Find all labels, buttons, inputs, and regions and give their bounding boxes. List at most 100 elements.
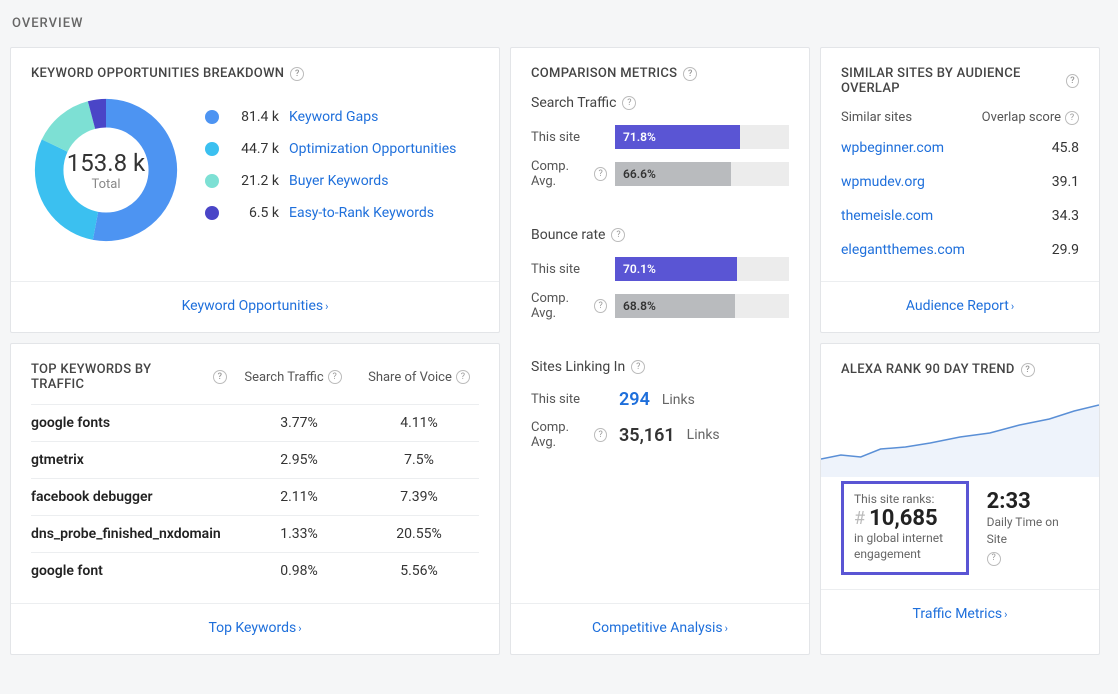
site-link[interactable]: themeisle.com (841, 208, 933, 224)
audience-report-link[interactable]: Audience Report› (906, 298, 1014, 314)
table-row: google font0.98%5.56% (31, 552, 479, 589)
rank-top-label: This site ranks: (854, 492, 956, 506)
competitive-analysis-link[interactable]: Competitive Analysis› (592, 620, 728, 636)
site-link[interactable]: wpbeginner.com (841, 140, 944, 156)
site-link[interactable]: wpmudev.org (841, 174, 925, 190)
legend-link[interactable]: Optimization Opportunities (289, 141, 456, 157)
help-icon[interactable]: ? (328, 370, 342, 384)
footer-text: Competitive Analysis (592, 620, 723, 636)
overlap-score: 45.8 (1052, 140, 1079, 156)
share-cell: 5.56% (359, 563, 479, 579)
help-icon[interactable]: ? (622, 96, 636, 110)
bar-avg-label: Comp. Avg.? (531, 291, 607, 321)
rank-value: 10,685 (869, 506, 938, 531)
legend-item: 21.2 k Buyer Keywords (205, 173, 456, 189)
legend-value: 81.4 k (229, 109, 279, 125)
keyword-opportunities-link[interactable]: Keyword Opportunities› (182, 298, 329, 314)
footer-text: Top Keywords (208, 620, 296, 636)
help-icon[interactable]: ? (594, 299, 607, 313)
breakdown-title-text: KEYWORD OPPORTUNITIES BREAKDOWN (31, 66, 284, 81)
page-title: OVERVIEW (12, 16, 1108, 31)
traffic-metrics-link[interactable]: Traffic Metrics› (913, 606, 1008, 622)
help-icon[interactable]: ? (631, 360, 645, 374)
help-icon[interactable]: ? (594, 167, 607, 181)
legend-value: 44.7 k (229, 141, 279, 157)
similar-title-text: SIMILAR SITES BY AUDIENCE OVERLAP (841, 66, 1060, 96)
share-cell: 4.11% (359, 415, 479, 431)
kw-cell: gtmetrix (31, 452, 239, 468)
legend-dot-icon (205, 174, 219, 188)
overview-grid: KEYWORD OPPORTUNITIES BREAKDOWN ? 153.8 … (10, 47, 1108, 665)
chevron-right-icon: › (325, 300, 328, 313)
chevron-right-icon: › (1004, 608, 1007, 621)
help-icon[interactable]: ? (987, 552, 1001, 566)
legend-value: 6.5 k (229, 205, 279, 221)
help-icon[interactable]: ? (594, 428, 607, 442)
bar-this-site: 71.8% (615, 125, 789, 149)
legend-item: 44.7 k Optimization Opportunities (205, 141, 456, 157)
legend-link[interactable]: Keyword Gaps (289, 109, 378, 125)
legend-item: 6.5 k Easy-to-Rank Keywords (205, 205, 456, 221)
similar-title: SIMILAR SITES BY AUDIENCE OVERLAP ? (841, 66, 1079, 96)
overlap-score: 29.9 (1052, 242, 1079, 258)
bar-value: 71.8% (615, 125, 740, 149)
legend-item: 81.4 k Keyword Gaps (205, 109, 456, 125)
help-icon[interactable]: ? (1021, 363, 1035, 377)
col-search-traffic: Search Traffic? (233, 370, 353, 385)
kw-cell: google font (31, 563, 239, 579)
footer-text: Keyword Opportunities (182, 298, 324, 314)
traffic-cell: 3.77% (239, 415, 359, 431)
help-icon[interactable]: ? (611, 228, 625, 242)
share-cell: 7.39% (359, 489, 479, 505)
top-keywords-link[interactable]: Top Keywords› (208, 620, 301, 636)
linking-this-value[interactable]: 294 (619, 389, 650, 410)
kw-cell: google fonts (31, 415, 239, 431)
trend-title: ALEXA RANK 90 DAY TREND ? (841, 362, 1079, 377)
top-keywords-title-text: TOP KEYWORDS BY TRAFFIC (31, 362, 207, 392)
legend-dot-icon (205, 206, 219, 220)
linking-unit: Links (662, 392, 695, 408)
traffic-cell: 1.33% (239, 526, 359, 542)
overlap-score: 34.3 (1052, 208, 1079, 224)
donut-chart: 153.8 k Total (31, 95, 181, 245)
bar-comp-avg: 68.8% (615, 294, 789, 318)
legend-link[interactable]: Easy-to-Rank Keywords (289, 205, 434, 221)
bar-comp-avg: 66.6% (615, 162, 789, 186)
help-icon[interactable]: ? (213, 370, 227, 384)
linking-unit: Links (687, 427, 720, 443)
metric-sites-linking: Sites Linking In? (531, 359, 789, 375)
bar-this-label: This site (531, 262, 607, 277)
time-label: Daily Time on Site (987, 514, 1079, 548)
traffic-cell: 2.95% (239, 452, 359, 468)
legend-dot-icon (205, 110, 219, 124)
footer-text: Traffic Metrics (913, 606, 1003, 622)
bar-value: 70.1% (615, 257, 737, 281)
col-similar-sites: Similar sites (841, 110, 912, 125)
traffic-cell: 0.98% (239, 563, 359, 579)
help-icon[interactable]: ? (683, 67, 697, 81)
bar-this-label: This site (531, 130, 607, 145)
metric-bounce-rate: Bounce rate? (531, 227, 789, 243)
site-link[interactable]: elegantthemes.com (841, 242, 965, 258)
legend-link[interactable]: Buyer Keywords (289, 173, 388, 189)
list-item: themeisle.com 34.3 (841, 199, 1079, 233)
time-value: 2:33 (987, 489, 1079, 514)
card-top-keywords: TOP KEYWORDS BY TRAFFIC ? Search Traffic… (10, 343, 500, 655)
rank-highlight-box: This site ranks: #10,685 in global inter… (841, 481, 969, 575)
card-keyword-breakdown: KEYWORD OPPORTUNITIES BREAKDOWN ? 153.8 … (10, 47, 500, 333)
list-item: wpmudev.org39.1 (841, 165, 1079, 199)
trend-title-text: ALEXA RANK 90 DAY TREND (841, 362, 1015, 377)
legend-dot-icon (205, 142, 219, 156)
keyword-rows: google fonts3.77%4.11% gtmetrix2.95%7.5%… (31, 404, 479, 589)
help-icon[interactable]: ? (290, 67, 304, 81)
table-row: dns_probe_finished_nxdomain1.33%20.55% (31, 515, 479, 552)
rank-bottom-label: in global internet engagement (854, 531, 956, 562)
help-icon[interactable]: ? (1066, 74, 1079, 88)
bar-value: 68.8% (615, 294, 735, 318)
help-icon[interactable]: ? (456, 370, 470, 384)
help-icon[interactable]: ? (1065, 111, 1079, 125)
comparison-title-text: COMPARISON METRICS (531, 66, 677, 81)
bar-avg-label: Comp. Avg.? (531, 159, 607, 189)
hash-icon: # (854, 508, 865, 529)
table-row: facebook debugger2.11%7.39% (31, 478, 479, 515)
